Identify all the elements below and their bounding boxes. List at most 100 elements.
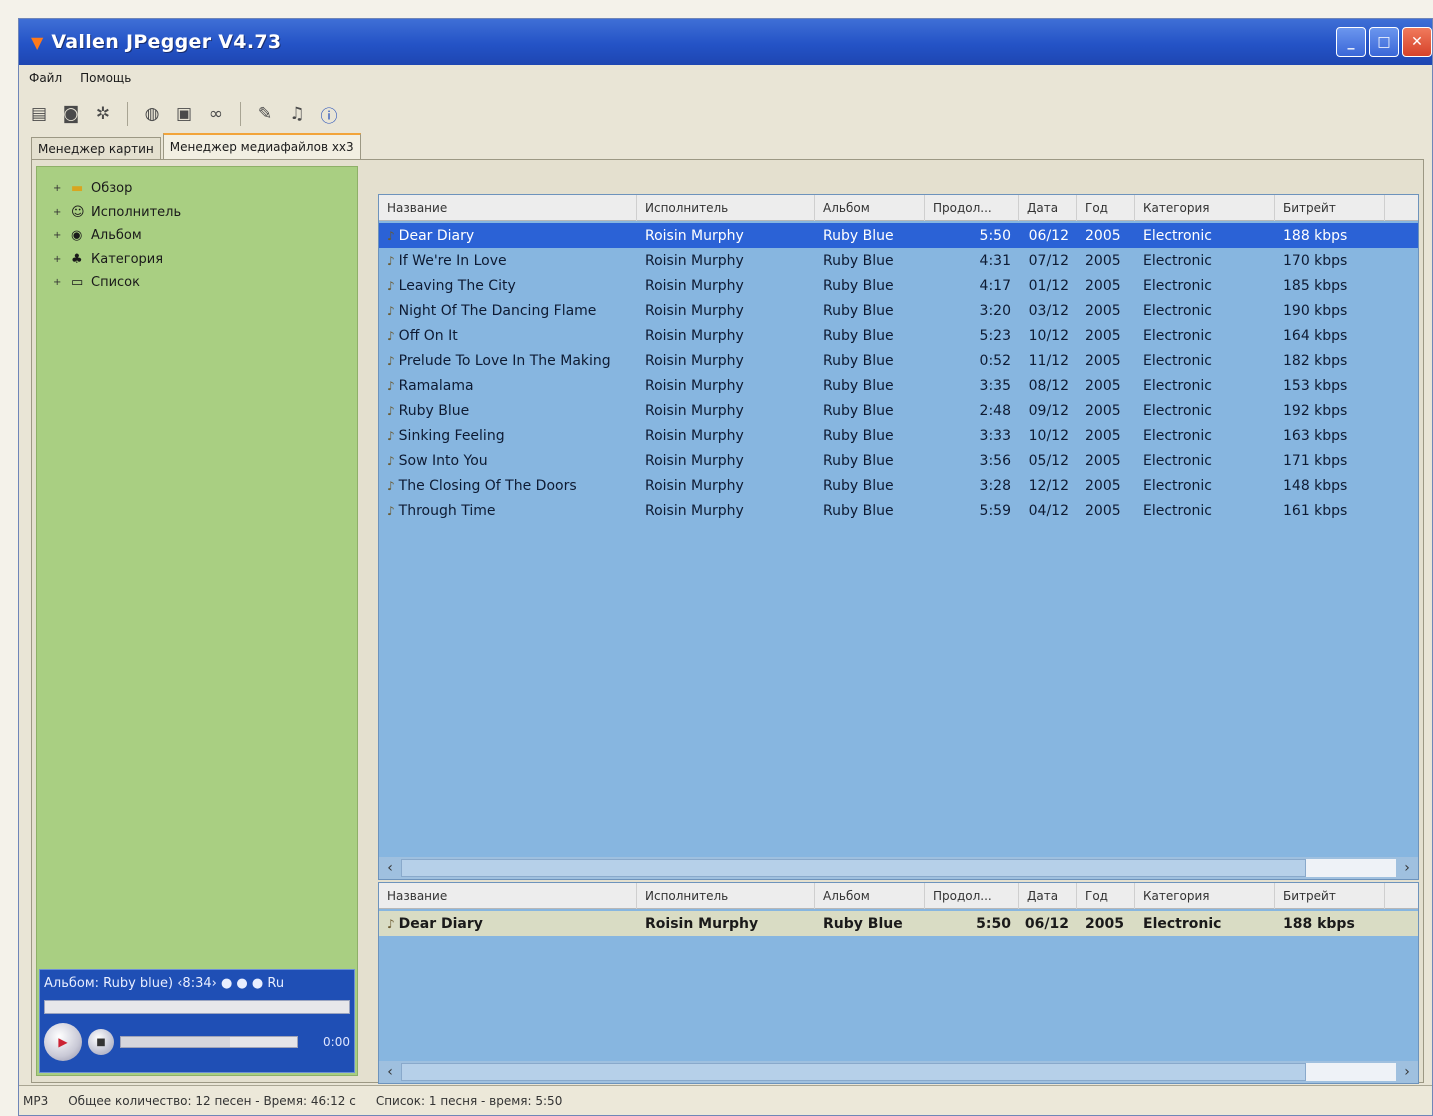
tree-item-album[interactable]: + ◉ Альбом [53, 224, 181, 248]
stop-button[interactable]: ■ [88, 1029, 114, 1055]
maximize-button[interactable]: □ [1369, 27, 1399, 57]
menu-help[interactable]: Помощь [80, 71, 131, 85]
track-name-text: Off On It [398, 327, 458, 344]
column-header-duration[interactable]: Продол... [925, 195, 1019, 221]
expand-icon[interactable]: + [53, 248, 63, 272]
pen-icon[interactable]: ✎ [251, 100, 279, 128]
track-row[interactable]: ♪ Through Time Roisin Murphy Ruby Blue 5:59 0… [379, 498, 1418, 523]
track-date: 08/12 [1028, 377, 1069, 394]
scroll-track[interactable] [1306, 1063, 1396, 1081]
track-row[interactable]: ♪ Ruby Blue Roisin Murphy Ruby Blue 2:48 09/1… [379, 398, 1418, 423]
horizontal-scrollbar[interactable]: ‹ › [379, 857, 1418, 879]
tree-item-overview[interactable]: + ▬ Обзор [53, 177, 181, 201]
track-genre: Electronic [1143, 277, 1213, 294]
scroll-left-icon[interactable]: ‹ [379, 857, 401, 879]
column-header-album[interactable]: Альбом [815, 195, 925, 221]
track-artist: Roisin Murphy [645, 402, 744, 419]
toolbar-separator [127, 102, 128, 126]
play-button[interactable]: ▶ [44, 1023, 82, 1061]
camera-icon[interactable]: ◙ [57, 100, 85, 128]
column-header-date[interactable]: Дата [1019, 195, 1077, 221]
column-header-year[interactable]: Год [1077, 883, 1135, 909]
track-duration: 5:59 [979, 502, 1011, 519]
expand-icon[interactable]: + [53, 177, 63, 201]
column-header-date[interactable]: Дата [1019, 883, 1077, 909]
track-date: 01/12 [1028, 277, 1069, 294]
monitor-icon[interactable]: ▣ [170, 100, 198, 128]
tree-item-artist[interactable]: + ☺ Исполнитель [53, 201, 181, 225]
track-year: 2005 [1085, 227, 1121, 244]
track-row[interactable]: ♪ Sinking Feeling Roisin Murphy Ruby Blue 3:… [379, 423, 1418, 448]
tree-item-label: Альбом [91, 228, 142, 243]
scroll-right-icon[interactable]: › [1396, 857, 1418, 879]
column-header-genre[interactable]: Категория [1135, 195, 1275, 221]
track-row[interactable]: ♪ Dear Diary Roisin Murphy Ruby Blue 5:50 06/… [379, 223, 1418, 248]
column-header-duration[interactable]: Продол... [925, 883, 1019, 909]
track-row[interactable]: ♪ Night Of The Dancing Flame Roisin Murphy… [379, 298, 1418, 323]
scroll-thumb[interactable] [401, 1063, 1306, 1081]
status-list: Список: 1 песня - время: 5:50 [375, 1093, 563, 1108]
column-header-artist[interactable]: Исполнитель [637, 195, 815, 221]
audio-file-icon: ♪ [387, 328, 395, 343]
column-header-artist[interactable]: Исполнитель [637, 883, 815, 909]
info-icon[interactable]: ⓘ [315, 100, 343, 128]
tree-item-list[interactable]: + ▭ Список [53, 271, 181, 295]
track-row[interactable]: ♪ Dear Diary Roisin Murphy Ruby Blue 5:50 06/… [379, 911, 1418, 936]
track-row[interactable]: ♪ Leaving The City Roisin Murphy Ruby Blue 4… [379, 273, 1418, 298]
column-header-bitrate[interactable]: Битрейт [1275, 883, 1385, 909]
track-date: 11/12 [1028, 352, 1069, 369]
tab-media-manager[interactable]: Менеджер медиафайлов xx3 [162, 133, 361, 159]
track-album: Ruby Blue [823, 277, 894, 294]
track-name: ♪ Dear Diary [379, 228, 637, 244]
audio-icon[interactable]: ♫ [283, 100, 311, 128]
scroll-left-icon[interactable]: ‹ [379, 1061, 401, 1083]
tree-item-category[interactable]: + ♣ Категория [53, 248, 181, 272]
track-bitrate: 185 kbps [1283, 277, 1348, 294]
track-list: Название Исполнитель Альбом Продол... Да… [378, 194, 1419, 880]
track-name-text: Prelude To Love In The Making [398, 352, 611, 369]
tab-image-manager[interactable]: Менеджер картин [31, 137, 161, 159]
track-row[interactable]: ♪ Ramalama Roisin Murphy Ruby Blue 3:35 08/12… [379, 373, 1418, 398]
column-header-album[interactable]: Альбом [815, 883, 925, 909]
track-artist: Roisin Murphy [645, 252, 744, 269]
scroll-thumb[interactable] [401, 859, 1306, 877]
track-row[interactable]: ♪ If We're In Love Roisin Murphy Ruby Blue 4… [379, 248, 1418, 273]
track-date: 03/12 [1028, 302, 1069, 319]
list-icon: ▭ [71, 275, 84, 290]
track-artist: Roisin Murphy [645, 502, 744, 519]
volume-slider[interactable] [120, 1036, 298, 1048]
column-header-genre[interactable]: Категория [1135, 883, 1275, 909]
track-row[interactable]: ♪ Prelude To Love In The Making Roisin Mur… [379, 348, 1418, 373]
track-name-text: Sow Into You [398, 452, 488, 469]
open-folder-icon[interactable]: ▤ [25, 100, 53, 128]
menu-file[interactable]: Файл [29, 71, 62, 85]
app-window: ▼ Vallen JPegger V4.73 _ □ ✕ Файл Помощь… [18, 18, 1433, 1116]
status-bar: MP3 Общее количество: 12 песен - Время: … [19, 1085, 1432, 1115]
scroll-right-icon[interactable]: › [1396, 1061, 1418, 1083]
minimize-button[interactable]: _ [1336, 27, 1366, 57]
track-name-text: Dear Diary [398, 915, 483, 932]
track-row[interactable]: ♪ Sow Into You Roisin Murphy Ruby Blue 3:56 0… [379, 448, 1418, 473]
expand-icon[interactable]: + [53, 201, 63, 225]
seek-bar[interactable] [44, 1000, 350, 1014]
column-header-name[interactable]: Название [379, 883, 637, 909]
close-button[interactable]: ✕ [1402, 27, 1432, 57]
track-artist: Roisin Murphy [645, 915, 759, 932]
settings-icon[interactable]: ✲ [89, 100, 117, 128]
title-bar[interactable]: ▼ Vallen JPegger V4.73 _ □ ✕ [19, 19, 1432, 65]
track-album: Ruby Blue [823, 915, 903, 932]
expand-icon[interactable]: + [53, 224, 63, 248]
photo-icon[interactable]: ◍ [138, 100, 166, 128]
column-header-year[interactable]: Год [1077, 195, 1135, 221]
column-header-name[interactable]: Название [379, 195, 637, 221]
scroll-track[interactable] [1306, 859, 1396, 877]
track-year: 2005 [1085, 327, 1121, 344]
elapsed-time: 0:00 [323, 1035, 350, 1049]
track-row[interactable]: ♪ Off On It Roisin Murphy Ruby Blue 5:23 10/1… [379, 323, 1418, 348]
horizontal-scrollbar[interactable]: ‹ › [379, 1061, 1418, 1083]
column-header-bitrate[interactable]: Битрейт [1275, 195, 1385, 221]
binoculars-icon[interactable]: ∞ [202, 100, 230, 128]
track-name: ♪ The Closing Of The Doors [379, 478, 637, 494]
track-row[interactable]: ♪ The Closing Of The Doors Roisin Murphy Ru… [379, 473, 1418, 498]
expand-icon[interactable]: + [53, 271, 63, 295]
